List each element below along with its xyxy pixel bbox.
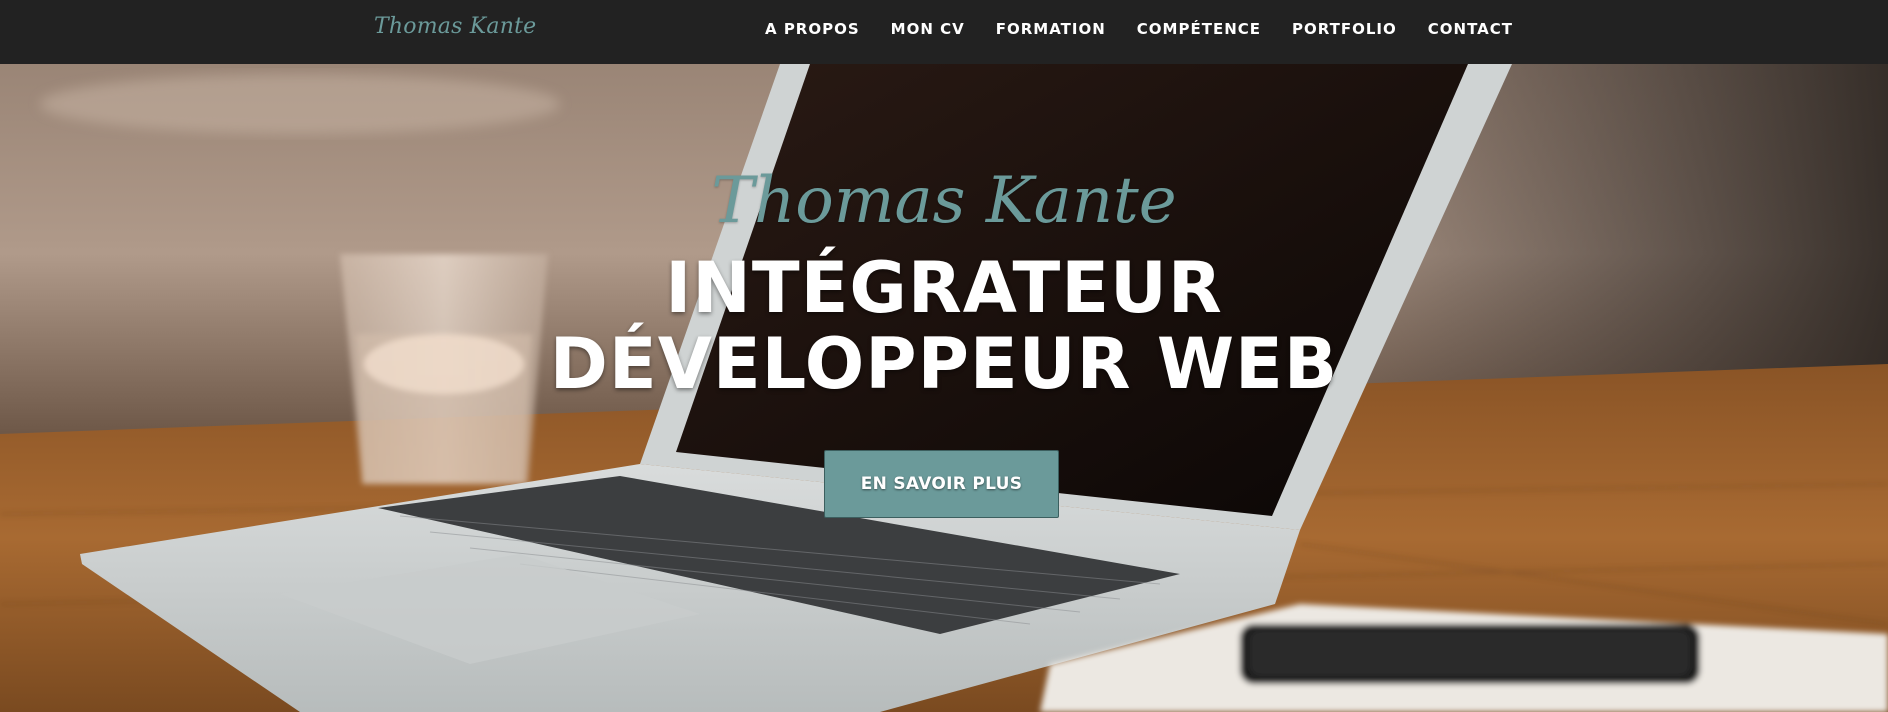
nav-item-competence[interactable]: COMPÉTENCE bbox=[1137, 20, 1261, 38]
hero-title-line-1: INTÉGRATEUR bbox=[665, 247, 1223, 329]
brand-logo-link[interactable]: Thomas Kante bbox=[374, 14, 536, 39]
nav-item-mon-cv[interactable]: MON CV bbox=[891, 20, 965, 38]
hero-section: Thomas Kante INTÉGRATEUR DÉVELOPPEUR WEB… bbox=[0, 64, 1888, 712]
en-savoir-plus-button[interactable]: EN SAVOIR PLUS bbox=[824, 450, 1059, 518]
top-navbar: Thomas Kante A PROPOS MON CV FORMATION C… bbox=[0, 0, 1888, 64]
main-nav: A PROPOS MON CV FORMATION COMPÉTENCE POR… bbox=[765, 0, 1513, 58]
hero-name: Thomas Kante bbox=[711, 164, 1177, 238]
hero-title: INTÉGRATEUR DÉVELOPPEUR WEB bbox=[0, 250, 1888, 402]
hero-content: Thomas Kante INTÉGRATEUR DÉVELOPPEUR WEB… bbox=[0, 64, 1888, 712]
nav-item-a-propos[interactable]: A PROPOS bbox=[765, 20, 860, 38]
hero-title-line-2: DÉVELOPPEUR WEB bbox=[549, 323, 1339, 405]
nav-item-formation[interactable]: FORMATION bbox=[996, 20, 1106, 38]
nav-item-contact[interactable]: CONTACT bbox=[1428, 20, 1513, 38]
nav-item-portfolio[interactable]: PORTFOLIO bbox=[1292, 20, 1397, 38]
